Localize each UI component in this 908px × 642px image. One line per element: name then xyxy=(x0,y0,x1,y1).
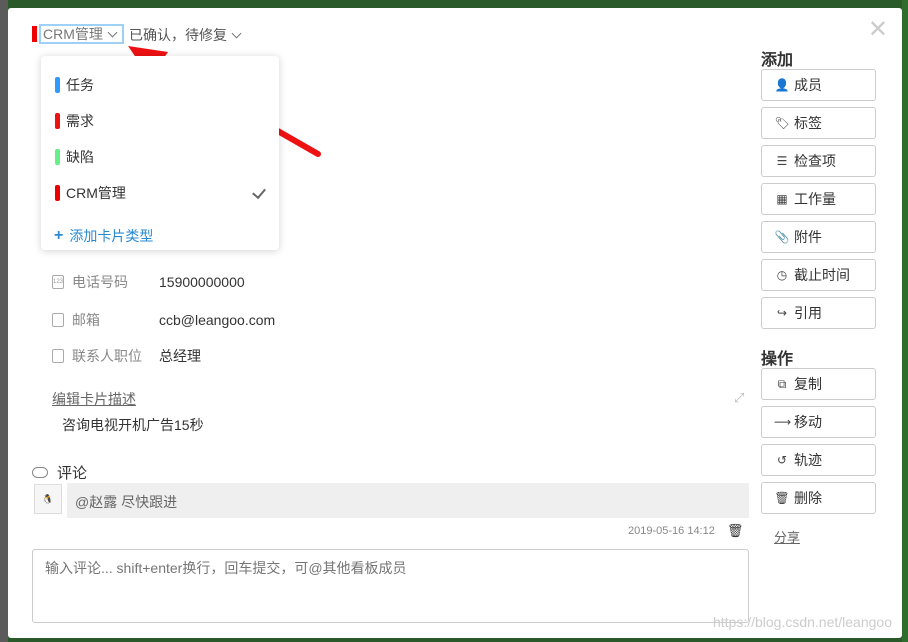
avatar: 🐧 xyxy=(34,484,62,514)
dropdown-item-label: 缺陷 xyxy=(66,149,94,165)
chevron-down-icon xyxy=(231,28,242,38)
add-card-type-button[interactable]: + 添加卡片类型 xyxy=(54,226,153,246)
dropdown-item-type[interactable]: 缺陷 xyxy=(55,147,265,167)
edit-description-link[interactable]: 编辑卡片描述 xyxy=(52,389,136,409)
add-section-title: 添加 xyxy=(761,52,794,69)
add-user-icon: 👤 xyxy=(774,78,790,92)
type-color-bar xyxy=(55,77,60,93)
close-icon[interactable]: ✕ xyxy=(868,18,888,42)
card-type-color-bar xyxy=(32,26,37,42)
field-value[interactable]: 15900000000 xyxy=(159,274,245,290)
paperclip-icon: 📎 xyxy=(774,230,790,244)
clock-button[interactable]: ◷ 截止时间 xyxy=(761,259,876,291)
comment-text: @赵露 尽快跟进 xyxy=(75,494,178,510)
button-label: 轨迹 xyxy=(794,452,822,468)
button-label: 移动 xyxy=(794,414,822,430)
trash-icon: 🗑 xyxy=(774,491,790,505)
move-arrow-icon: ⟶ xyxy=(774,415,792,429)
share-link[interactable]: 分享 xyxy=(774,527,800,546)
grid-icon: ▦ xyxy=(776,192,788,206)
comment-input[interactable] xyxy=(32,549,749,623)
button-label: 附件 xyxy=(794,229,822,245)
expand-icon[interactable]: ⤢ xyxy=(734,390,744,406)
type-color-bar xyxy=(55,185,60,201)
field-phone: 123 电话号码 15900000000 xyxy=(52,272,245,292)
button-label: 截止时间 xyxy=(794,267,850,283)
history-button[interactable]: ↺ 轨迹 xyxy=(761,444,876,476)
button-label: 成员 xyxy=(794,77,822,93)
dropdown-item-type[interactable]: CRM管理 xyxy=(55,183,266,203)
type-color-bar xyxy=(55,149,60,165)
grid-button[interactable]: ▦ 工作量 xyxy=(761,183,876,215)
button-label: 删除 xyxy=(794,490,822,506)
comment-timestamp: 2019-05-16 14:12 xyxy=(628,525,715,537)
phone-card-icon: 123 xyxy=(52,275,64,289)
type-color-bar xyxy=(55,113,60,129)
add-card-type-label: 添加卡片类型 xyxy=(69,228,154,244)
button-label: 标签 xyxy=(794,115,822,131)
history-icon: ↺ xyxy=(776,453,788,467)
card-type-dropdown[interactable]: CRM管理 xyxy=(39,24,124,44)
chevron-down-icon xyxy=(107,27,118,37)
ops-section-title: 操作 xyxy=(761,351,794,368)
document-icon xyxy=(52,349,64,363)
card-type-selector[interactable]: CRM管理 xyxy=(32,24,124,44)
paperclip-button[interactable]: 📎 附件 xyxy=(761,221,876,253)
copy-button[interactable]: ⧉ 复制 xyxy=(761,368,876,400)
field-value[interactable]: ccb@leangoo.com xyxy=(159,312,275,328)
trash-button[interactable]: 🗑 删除 xyxy=(761,482,876,514)
copy-icon: ⧉ xyxy=(777,376,787,391)
share-arrow-button[interactable]: ↪ 引用 xyxy=(761,297,876,329)
comments-title: 评论 xyxy=(57,465,88,482)
comment-meta: 2019-05-16 14:12 🗑 xyxy=(628,523,743,539)
dropdown-item-type[interactable]: 需求 xyxy=(55,111,265,131)
tag-button[interactable]: 🏷 标签 xyxy=(761,107,876,139)
field-label: 邮箱 xyxy=(72,312,100,328)
field-label: 联系人职位 xyxy=(72,348,142,364)
move-arrow-button[interactable]: ⟶ 移动 xyxy=(761,406,876,438)
background-left xyxy=(0,0,8,642)
button-label: 检查项 xyxy=(794,153,836,169)
dropdown-item-type[interactable]: 任务 xyxy=(55,75,265,95)
dropdown-item-label: 需求 xyxy=(66,113,94,129)
comment-bubble-icon xyxy=(32,467,48,478)
list-icon: ☰ xyxy=(776,154,788,168)
dropdown-item-label: 任务 xyxy=(66,77,94,93)
add-user-button[interactable]: 👤 成员 xyxy=(761,69,876,101)
field-position: 联系人职位 总经理 xyxy=(52,346,201,366)
comments-header: 评论 xyxy=(32,462,87,483)
card-type-label: CRM管理 xyxy=(43,26,103,42)
plus-icon: + xyxy=(54,227,64,244)
checkmark-icon xyxy=(252,184,266,200)
card-description: 咨询电视开机广告15秒 xyxy=(62,417,204,433)
card-type-dropdown-menu: 任务需求缺陷 CRM管理 + 添加卡片类型 xyxy=(41,56,279,250)
document-icon xyxy=(52,313,64,327)
dropdown-item-label: CRM管理 xyxy=(66,185,126,201)
watermark: https://blog.csdn.net/leangoo xyxy=(712,614,892,630)
field-value[interactable]: 总经理 xyxy=(159,346,201,366)
background-right xyxy=(902,0,908,642)
card-detail-modal: ✕ CRM管理 已确认，待修复 123 电话号码 15900000000 邮箱 … xyxy=(8,8,902,638)
clock-icon: ◷ xyxy=(776,268,788,282)
list-button[interactable]: ☰ 检查项 xyxy=(761,145,876,177)
button-label: 复制 xyxy=(794,376,822,392)
comment-item: @赵露 尽快跟进 xyxy=(67,483,749,518)
share-arrow-icon: ↪ xyxy=(776,306,788,320)
field-label: 电话号码 xyxy=(72,274,128,290)
button-label: 工作量 xyxy=(794,191,836,207)
button-label: 引用 xyxy=(794,305,822,321)
tag-icon: 🏷 xyxy=(774,116,790,130)
field-email: 邮箱 ccb@leangoo.com xyxy=(52,310,275,330)
delete-comment-icon[interactable]: 🗑 xyxy=(727,523,744,539)
